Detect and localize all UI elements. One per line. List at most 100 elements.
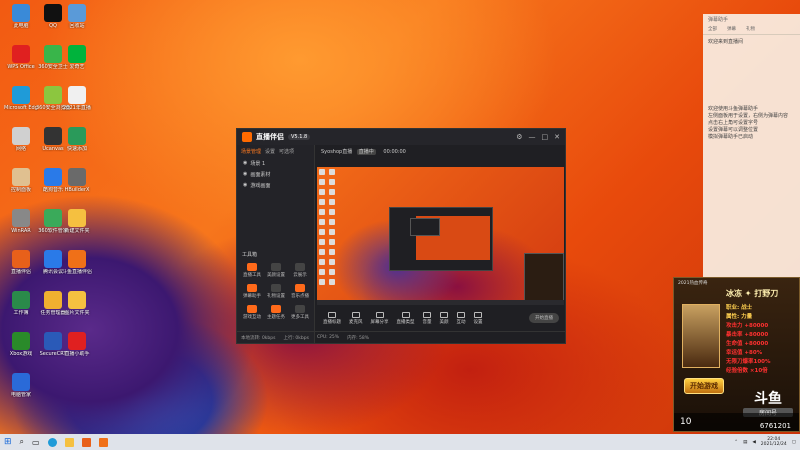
tool-item[interactable]: 弹幕助手 <box>241 284 263 299</box>
explorer-taskbar-icon[interactable] <box>64 437 74 447</box>
ad-attribute-list: 职业: 战士 属性: 力量 攻击力 +80000 暴击率 +80000 生命值 … <box>726 305 771 374</box>
tool-icon <box>271 305 281 313</box>
desktop-icon[interactable]: 爱奇艺 <box>60 45 94 70</box>
minimize-icon[interactable]: — <box>529 133 536 141</box>
desktop-icon[interactable]: 直播小助手 <box>60 332 94 357</box>
desktop-icon[interactable]: 斗鱼直播伴侣 <box>60 250 94 275</box>
network-icon <box>12 127 30 145</box>
app-version: V5.1.8 <box>288 134 311 140</box>
desktop-icon[interactable]: 回收站 <box>60 4 94 29</box>
danmu-line: 设置弹幕可以调整位置 <box>708 127 759 133</box>
desktop-icon[interactable]: Xbox游戏 <box>4 332 38 357</box>
control-interact[interactable]: 互动 <box>457 311 466 325</box>
eye-icon[interactable]: ◉ <box>243 160 247 167</box>
volume-icon[interactable]: ◀ <box>752 440 755 445</box>
windows-start-icon[interactable]: ⊞ <box>4 437 12 447</box>
desktop-icon[interactable]: Microsoft Edge <box>4 86 38 111</box>
desktop-icon-label: 控制面板 <box>10 187 31 193</box>
edge-taskbar-icon[interactable] <box>47 437 57 447</box>
desktop-icon[interactable]: 直播伴侣 <box>4 250 38 275</box>
control-mic[interactable]: 麦克风 <box>349 311 363 325</box>
desktop-icon[interactable]: WPS Office <box>4 45 38 70</box>
danmu-content: 欢迎来到直播间 欢迎使用斗鱼弹幕助手 左侧面板用于设置，右侧为弹幕内容 点击右上… <box>703 35 800 145</box>
app-icon <box>12 373 30 391</box>
desktop-icon-label: WPS Office <box>7 64 35 70</box>
desktop-icon[interactable]: HBuilderX <box>60 168 94 193</box>
tool-item[interactable]: 直播工具 <box>241 263 263 278</box>
desktop-icon-label: 此电脑 <box>13 23 29 29</box>
desktop-icon[interactable]: 快速添加 <box>60 127 94 152</box>
danmu-line: 欢迎使用斗鱼弹幕助手 <box>708 106 759 112</box>
danmu-tab-gifts[interactable]: 礼物 <box>746 26 755 32</box>
desktop-icon[interactable]: WinRAR <box>4 209 38 234</box>
ad-title: 冰冻 ✦ 打野刀 <box>726 289 779 298</box>
tab-scenes[interactable]: 场景管理 <box>241 148 261 155</box>
tab-options[interactable]: 可选项 <box>279 148 294 155</box>
danmu-panel[interactable]: 弹幕助手 全部 弹幕 礼物 欢迎来到直播间 欢迎使用斗鱼弹幕助手 左侧面板用于设… <box>703 14 800 304</box>
wps-icon <box>12 45 30 63</box>
desktop-icon[interactable]: 此电脑 <box>4 4 38 29</box>
tool-item[interactable]: 礼物设置 <box>265 284 287 299</box>
search-icon[interactable]: ⌕ <box>20 437 24 447</box>
desktop-icon-label: 新建文件夹 <box>64 228 90 234</box>
network-icon[interactable]: ▤ <box>743 440 747 445</box>
settings-icon[interactable]: ⚙ <box>516 133 522 141</box>
desktop-icon[interactable]: 图片文件夹 <box>60 291 94 316</box>
danmu-line: 点击右上角可设置字号 <box>708 120 759 126</box>
control-screen[interactable]: 屏幕分享 <box>371 311 389 325</box>
ad-top-label: 2021热血传奇 <box>678 281 708 286</box>
volume-icon <box>423 311 431 318</box>
live-badge: 直播中 <box>356 149 376 155</box>
app-titlebar[interactable]: 直播伴侣 V5.1.8 ⚙ — □ ✕ <box>237 129 565 145</box>
scene-item[interactable]: ◉ 场景 1 <box>237 158 314 169</box>
danmu-tab-comments[interactable]: 弹幕 <box>727 26 736 32</box>
tool-item[interactable]: 音乐点播 <box>289 284 311 299</box>
desktop-icon-label: 爱奇艺 <box>69 64 85 70</box>
warrior-icon <box>682 304 720 368</box>
danmu-tab-all[interactable]: 全部 <box>708 26 717 32</box>
status-bar: 本地流转: 0kbps 上行: 0kbps CPU: 25% 内存: 58% <box>237 331 565 343</box>
scene-item[interactable]: ◉ 游戏画面 <box>237 180 314 191</box>
live-companion-window[interactable]: 直播伴侣 V5.1.8 ⚙ — □ ✕ 场景管理 设置 可选项 ◉ 场景 1 ◉ 画… <box>236 128 566 344</box>
tab-settings[interactable]: 设置 <box>265 148 275 155</box>
desktop-icon[interactable]: 控制面板 <box>4 168 38 193</box>
eye-icon[interactable]: ◉ <box>243 171 247 178</box>
desktop-icon[interactable]: 新建文件夹 <box>60 209 94 234</box>
notification-icon[interactable]: ▢ <box>792 440 796 445</box>
eye-icon[interactable]: ◉ <box>243 182 247 189</box>
control-type[interactable]: 直播类型 <box>397 311 415 325</box>
maximize-icon[interactable]: □ <box>542 133 549 141</box>
desktop-icon[interactable]: 网络 <box>4 127 38 152</box>
tool-item[interactable]: 美颜设置 <box>265 263 287 278</box>
timer: 00:00:00 <box>383 149 406 155</box>
douyu-taskbar-icon[interactable] <box>98 437 108 447</box>
app-icon <box>68 332 86 350</box>
control-title[interactable]: 直播标题 <box>323 311 341 325</box>
danmu-header: 弹幕助手 <box>708 17 729 23</box>
desktop-icon[interactable]: 工作簿 <box>4 291 38 316</box>
gear-icon <box>474 311 482 318</box>
start-game-button[interactable]: 开始游戏 <box>684 378 724 394</box>
tool-item[interactable]: 更多工具 <box>289 305 311 320</box>
control-beauty[interactable]: 美颜 <box>440 311 449 325</box>
tool-icon <box>247 305 257 313</box>
tool-item[interactable]: 云展示 <box>289 263 311 278</box>
desktop-icon[interactable]: 2021年直播 <box>60 86 94 111</box>
control-settings[interactable]: 设置 <box>474 311 483 325</box>
chevron-up-icon[interactable]: ⌃ <box>734 440 738 445</box>
task-view-icon[interactable]: ▭ <box>32 438 40 447</box>
game-ad-overlay[interactable]: 2021热血传奇 冰冻 ✦ 打野刀 职业: 战士 属性: 力量 攻击力 +800… <box>673 277 800 432</box>
tool-item[interactable]: 游戏互动 <box>241 305 263 320</box>
close-icon[interactable]: ✕ <box>554 133 560 141</box>
control-volume[interactable]: 音量 <box>423 311 432 325</box>
live-companion-taskbar-icon[interactable] <box>81 437 91 447</box>
desktop-icon[interactable]: 电脑管家 <box>4 373 38 398</box>
scene-item[interactable]: ◉ 画面素材 <box>237 169 314 180</box>
desktop-icon-label: Microsoft Edge <box>4 105 38 111</box>
start-live-button[interactable]: 开始直播 <box>529 313 559 323</box>
tool-item[interactable]: 主题任务 <box>265 305 287 320</box>
toolbox-grid: 直播工具 美颜设置 云展示 弹幕助手 礼物设置 音乐点播 游戏互动 主题任务 更… <box>241 263 311 320</box>
clock[interactable]: 22:04 2021/12/24 <box>761 437 787 447</box>
desktop-icon-label: 电脑管家 <box>10 392 31 398</box>
preview-canvas[interactable] <box>317 167 564 305</box>
